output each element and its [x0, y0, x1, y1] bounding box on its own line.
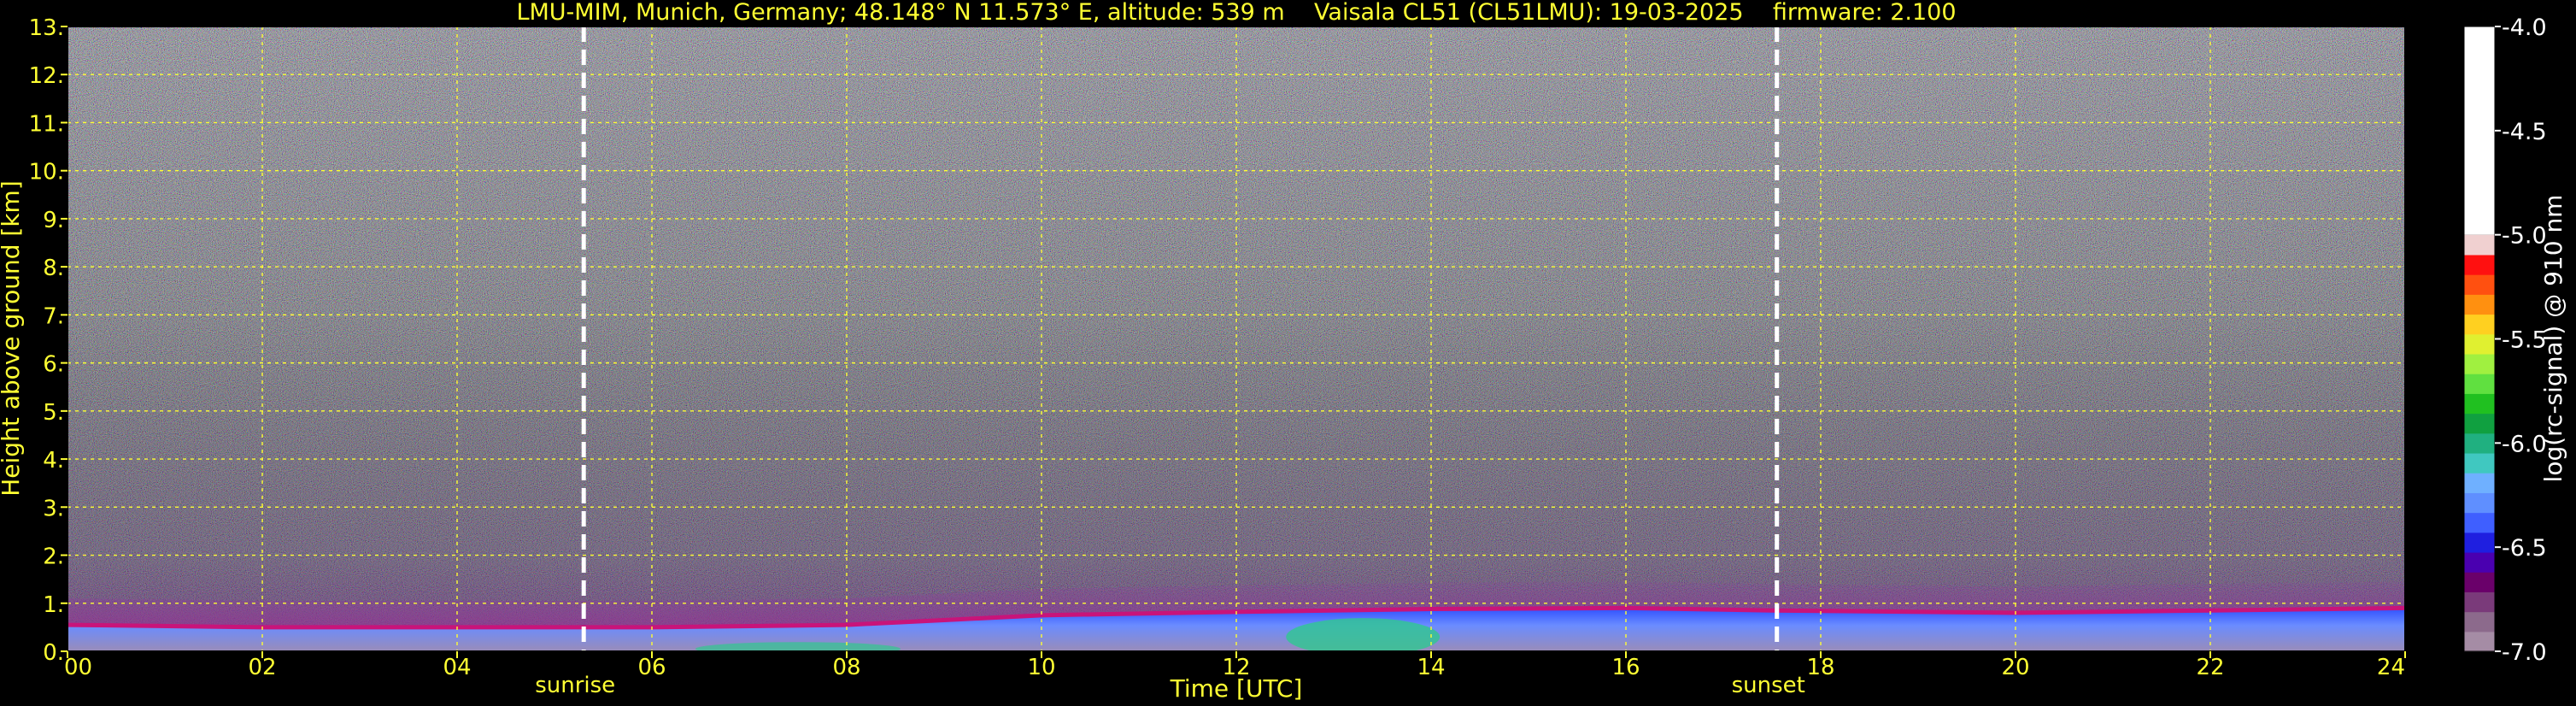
sunset-label: sunset [1732, 673, 1805, 698]
y-axis-ticks: 0. 1. 2. 3. 4. 5. 6. 7. 8. 9. 10. 11. 12. 13. [29, 15, 67, 666]
x-tick-label: 04 [443, 655, 471, 680]
x-tick-label: 16 [1611, 655, 1640, 680]
colorbar-tick-label: -6.5 [2502, 535, 2547, 562]
colorbar-band [2464, 551, 2495, 573]
y-tick-label: 8. [43, 256, 64, 281]
surface-signal [695, 642, 901, 651]
low-cloud-signal [1286, 618, 1441, 651]
x-tick-label: 14 [1417, 655, 1445, 680]
x-tick-label: 06 [637, 655, 666, 680]
colorbar-band [2464, 254, 2495, 275]
colorbar-band [2464, 333, 2495, 355]
colorbar-band [2464, 353, 2495, 374]
colorbar-band [2464, 274, 2495, 295]
y-axis-label: Height above ground [km] [0, 180, 25, 497]
y-tick-label: 5. [43, 400, 64, 426]
ceilometer-chart: sunrise sunset 0. 1. 2. 3. 4. 5. 6. 7. 8. 9. 10. 11.… [0, 0, 2567, 703]
colorbar-band [2464, 374, 2495, 394]
y-tick-label: 12. [29, 63, 64, 89]
y-tick-label: 10. [29, 160, 64, 185]
colorbar-band [2464, 492, 2495, 514]
chart-title: LMU-MIM, Munich, Germany; 48.148° N 11.5… [516, 0, 1956, 26]
colorbar-band [2464, 452, 2495, 474]
x-tick-label: 18 [1806, 655, 1834, 680]
y-tick-label: 7. [43, 303, 64, 329]
y-tick-label: 6. [43, 352, 64, 378]
sunrise-label: sunrise [535, 673, 615, 698]
y-tick-label: 0. [43, 640, 64, 666]
colorbar-band [2464, 294, 2495, 315]
x-tick-label: 10 [1027, 655, 1055, 680]
colorbar-band [2464, 532, 2495, 553]
colorbar-band [2464, 314, 2495, 335]
colorbar-band [2464, 631, 2495, 652]
colorbar-band [2464, 512, 2495, 533]
x-tick-label: 08 [832, 655, 860, 680]
colorbar-band [2464, 413, 2495, 434]
y-tick-label: 13. [29, 15, 64, 41]
y-tick-label: 1. [43, 592, 64, 618]
colorbar-tick-label: -4.0 [2502, 15, 2547, 41]
x-tick-label: 20 [2001, 655, 2029, 680]
x-tick-label: 22 [2196, 655, 2224, 680]
colorbar-tick-label: -4.5 [2502, 119, 2547, 145]
x-tick-label: 24 [2377, 655, 2405, 680]
colorbar: -4.0-4.5-5.0-5.5-6.0-6.5-7.0 [2463, 15, 2547, 666]
y-tick-label: 9. [43, 208, 64, 233]
y-tick-label: 4. [43, 448, 64, 474]
colorbar-band [2464, 611, 2495, 632]
colorbar-band [2464, 393, 2495, 415]
x-tick-label: 00 [64, 655, 92, 680]
colorbar-label: log(rc-signal) @ 910 nm [2539, 195, 2567, 483]
colorbar-band [2464, 591, 2495, 613]
colorbar-band [2464, 473, 2495, 493]
x-axis-label: Time [UTC] [1170, 674, 1303, 703]
y-tick-label: 11. [29, 111, 64, 137]
colorbar-band [2464, 234, 2495, 256]
colorbar-band [2464, 572, 2495, 592]
x-tick-label: 02 [248, 655, 276, 680]
y-tick-label: 2. [43, 544, 64, 570]
colorbar-band [2464, 26, 2495, 235]
colorbar-tick-label: -7.0 [2502, 639, 2547, 666]
y-tick-label: 3. [43, 496, 64, 521]
colorbar-band [2464, 432, 2495, 454]
